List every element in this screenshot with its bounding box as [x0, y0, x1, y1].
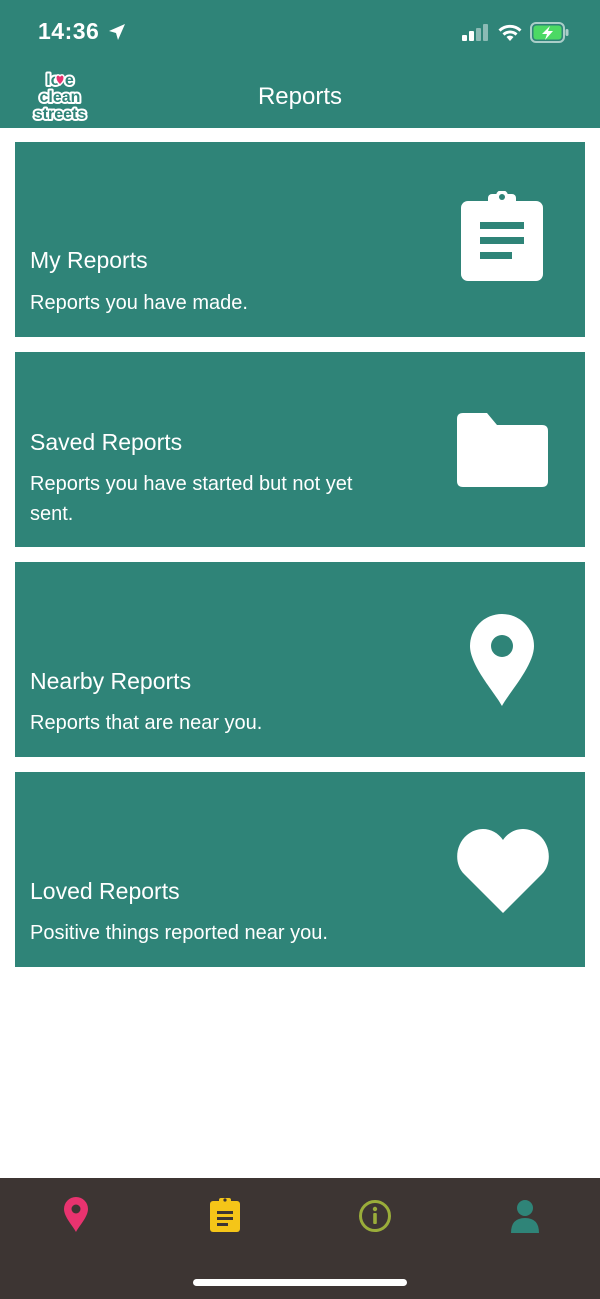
nearby-reports-card[interactable]: Nearby Reports Reports that are near you…: [15, 562, 585, 757]
map-pin-icon: [470, 614, 534, 706]
folder-icon: [457, 413, 548, 487]
saved-reports-card[interactable]: Saved Reports Reports you have started b…: [15, 352, 585, 547]
card-title: Nearby Reports: [30, 668, 192, 694]
page-title: Reports: [257, 83, 343, 110]
clipboard-icon: [461, 191, 543, 281]
card-subtitle: Positive things reported near you.: [30, 922, 328, 944]
status-time: 14:36: [38, 18, 100, 44]
wifi-icon: [498, 24, 522, 41]
tab-clipboard-icon[interactable]: [205, 1196, 245, 1236]
battery-charging-icon: [530, 22, 569, 43]
card-title: Loved Reports: [30, 878, 180, 904]
card-title: Saved Reports: [30, 429, 183, 455]
my-reports-card[interactable]: My Reports Reports you have made.: [15, 142, 585, 337]
cellular-signal-icon: [462, 24, 488, 41]
loved-reports-card[interactable]: Loved Reports Positive things reported n…: [15, 772, 585, 967]
home-indicator[interactable]: [193, 1279, 407, 1286]
heart-icon: [457, 828, 549, 913]
tab-user-icon[interactable]: [505, 1196, 545, 1236]
top-header: 14:36 lo e clean streets Reports: [0, 0, 600, 128]
tab-info-icon[interactable]: [355, 1196, 395, 1236]
card-title: My Reports: [30, 247, 148, 273]
tab-map-pin-icon[interactable]: [56, 1196, 96, 1236]
card-subtitle: Reports you have started but not yet sen…: [30, 473, 353, 525]
card-subtitle: Reports you have made.: [30, 292, 248, 314]
location-arrow-icon: [109, 24, 125, 40]
card-subtitle: Reports that are near you.: [30, 712, 263, 734]
